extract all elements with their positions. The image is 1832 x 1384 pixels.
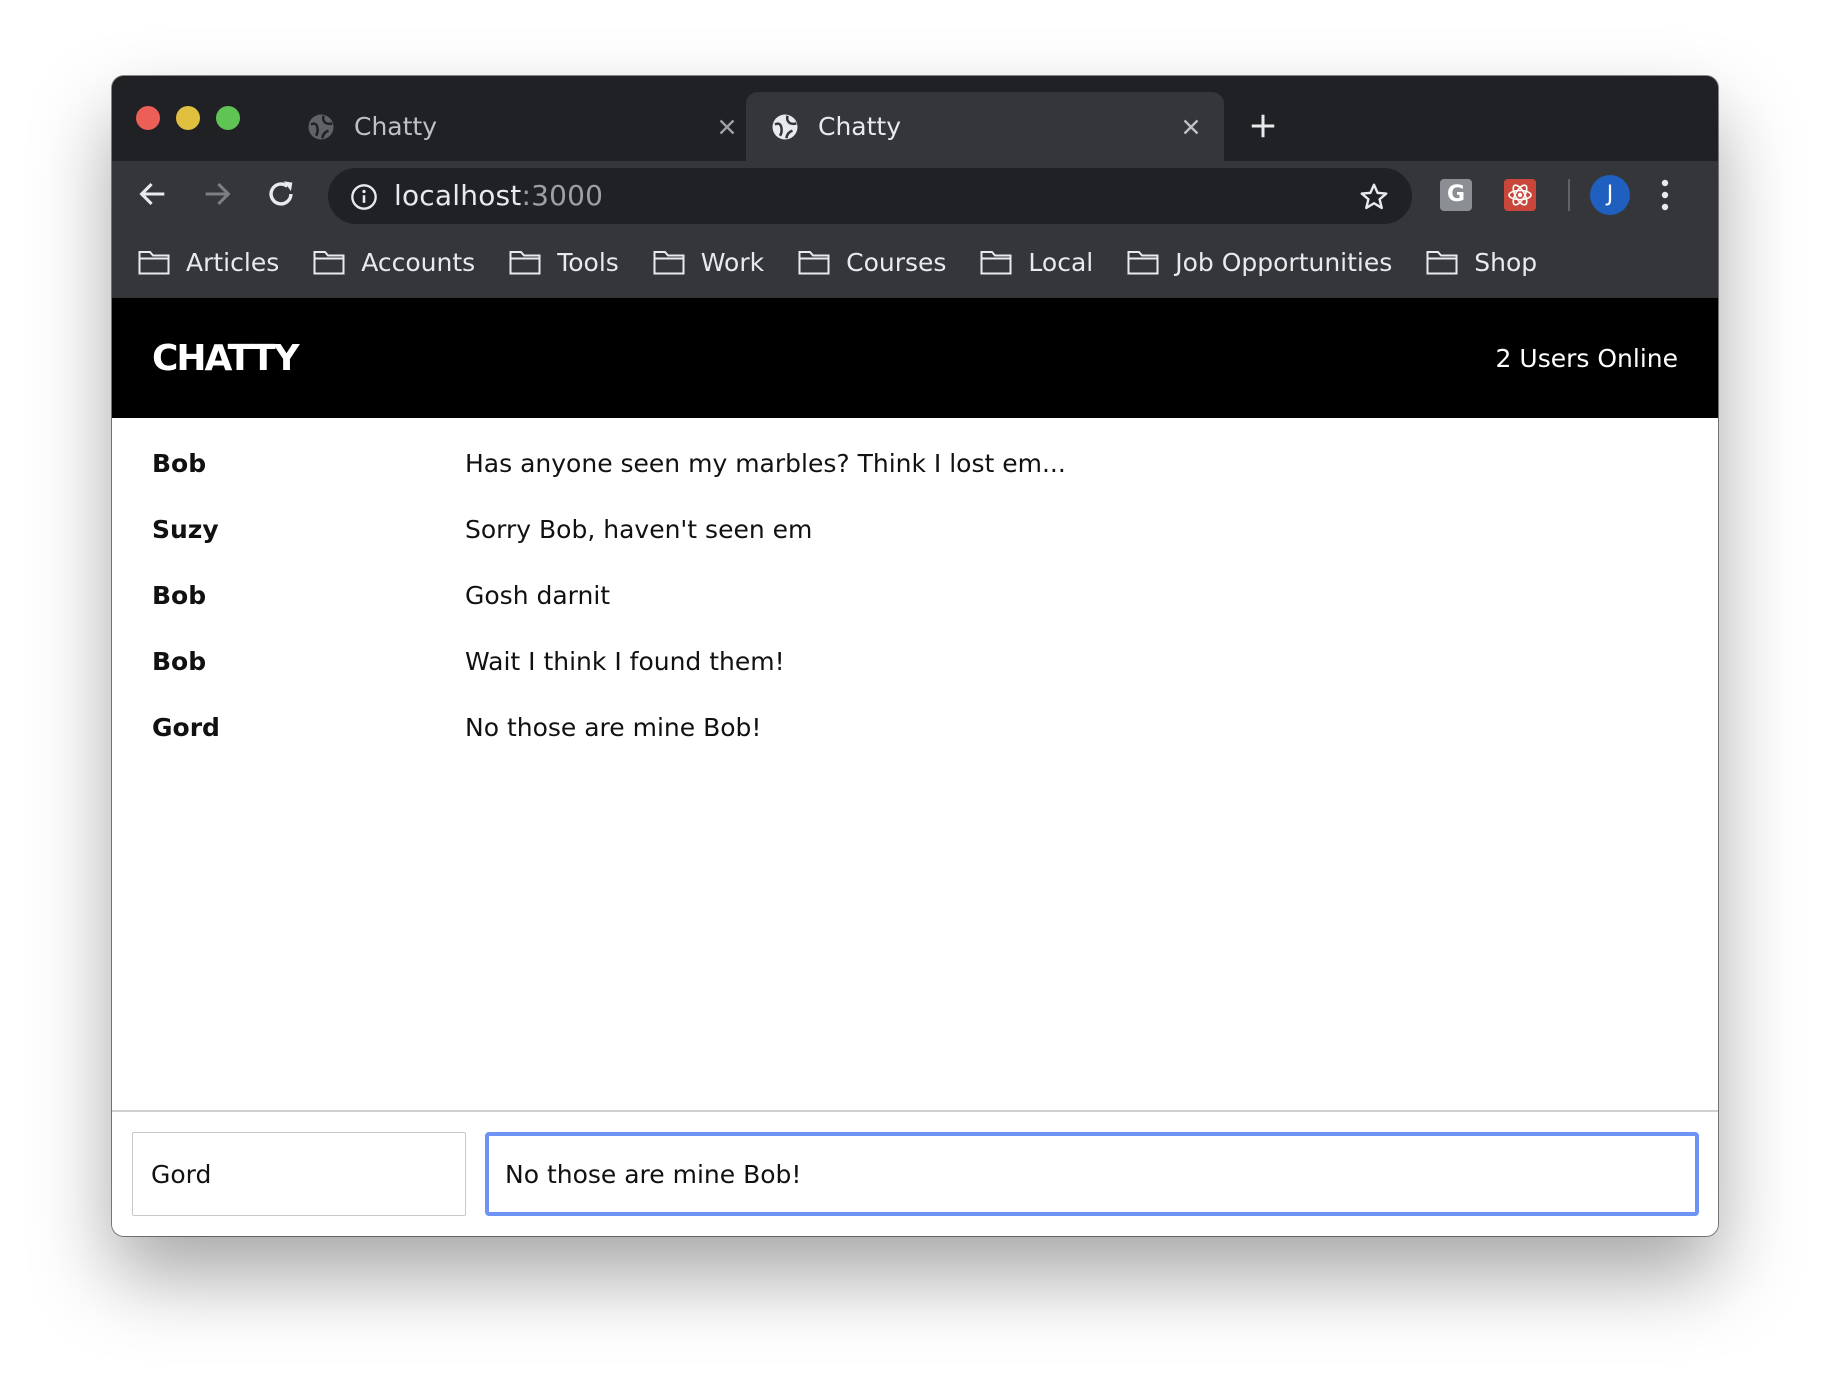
- close-window-button[interactable]: [136, 106, 160, 130]
- tab-title: Chatty: [818, 112, 902, 141]
- message-row: Bob Gosh darnit: [112, 562, 1718, 628]
- bookmark-tools[interactable]: Tools: [509, 248, 619, 277]
- bookmark-accounts[interactable]: Accounts: [313, 248, 475, 277]
- tab-chatty-2[interactable]: Chatty: [746, 92, 1224, 161]
- minimize-window-button[interactable]: [176, 106, 200, 130]
- tab-strip: Chatty Chatty: [112, 76, 1718, 161]
- address-bar[interactable]: localhost:3000: [328, 168, 1412, 224]
- url-port: :3000: [521, 179, 604, 212]
- folder-icon: [509, 251, 541, 275]
- app-navbar: CHATTY 2 Users Online: [112, 298, 1718, 418]
- tab-title: Chatty: [354, 112, 438, 141]
- brand-logo[interactable]: CHATTY: [152, 338, 300, 379]
- message-content: Gosh darnit: [465, 580, 611, 610]
- toolbar-separator: [1568, 179, 1570, 211]
- bookmark-label: Articles: [186, 247, 280, 277]
- page-content: CHATTY 2 Users Online Bob Has anyone see…: [112, 298, 1718, 1236]
- bookmark-label: Tools: [557, 247, 619, 277]
- new-tab-icon[interactable]: [1248, 111, 1278, 141]
- message-row: Gord No those are mine Bob!: [112, 694, 1718, 760]
- more-menu-icon[interactable]: [1660, 177, 1670, 213]
- maximize-window-button[interactable]: [216, 106, 240, 130]
- message-content: No those are mine Bob!: [465, 712, 762, 742]
- message-row: Bob Wait I think I found them!: [112, 628, 1718, 694]
- folder-icon: [653, 251, 685, 275]
- message-row: Bob Has anyone seen my marbles? Think I …: [112, 430, 1718, 496]
- globe-icon: [308, 114, 334, 139]
- message-content: Has anyone seen my marbles? Think I lost…: [465, 448, 1066, 478]
- folder-icon: [138, 251, 170, 275]
- back-arrow-icon[interactable]: [136, 177, 170, 211]
- message-content: Wait I think I found them!: [465, 646, 785, 676]
- browser-window: Chatty Chatty localhost:3000 G J Article…: [112, 76, 1718, 1236]
- reload-icon[interactable]: [264, 177, 298, 211]
- folder-icon: [1426, 251, 1458, 275]
- bookmarks-bar: Articles Accounts Tools Work Courses Loc…: [112, 226, 1718, 298]
- react-devtools-icon[interactable]: [1504, 179, 1536, 211]
- globe-icon: [772, 114, 798, 139]
- bookmark-local[interactable]: Local: [980, 248, 1093, 277]
- bookmark-label: Accounts: [361, 247, 476, 277]
- message-content: Sorry Bob, haven't seen em: [465, 514, 813, 544]
- message-username: Suzy: [152, 514, 219, 544]
- folder-icon: [798, 251, 830, 275]
- bookmark-star-icon[interactable]: [1358, 181, 1390, 213]
- folder-icon: [313, 251, 345, 275]
- folder-icon: [980, 251, 1012, 275]
- profile-avatar[interactable]: J: [1590, 175, 1630, 215]
- url-host: localhost: [394, 179, 522, 212]
- bookmark-label: Shop: [1474, 247, 1538, 277]
- message-input[interactable]: [485, 1132, 1699, 1216]
- message-username: Bob: [152, 448, 207, 478]
- message-username: Bob: [152, 580, 207, 610]
- g-extension-icon[interactable]: G: [1440, 179, 1472, 211]
- folder-icon: [1127, 251, 1159, 275]
- close-tab-icon[interactable]: [714, 114, 740, 140]
- bookmark-shop[interactable]: Shop: [1426, 248, 1537, 277]
- username-input[interactable]: [132, 1132, 466, 1216]
- tab-chatty-1[interactable]: Chatty: [282, 92, 760, 161]
- message-username: Gord: [152, 712, 220, 742]
- bookmark-label: Work: [700, 247, 765, 277]
- bookmark-work[interactable]: Work: [653, 248, 764, 277]
- chat-composer: [112, 1110, 1718, 1236]
- bookmark-label: Courses: [846, 247, 947, 277]
- browser-toolbar: localhost:3000 G J: [112, 161, 1718, 226]
- bookmark-label: Job Opportunities: [1175, 247, 1393, 277]
- url-text: localhost:3000: [394, 179, 603, 212]
- message-username: Bob: [152, 646, 207, 676]
- online-users-count: 2 Users Online: [1495, 343, 1678, 373]
- message-row: Suzy Sorry Bob, haven't seen em: [112, 496, 1718, 562]
- message-list: Bob Has anyone seen my marbles? Think I …: [112, 430, 1718, 760]
- close-tab-icon[interactable]: [1178, 114, 1204, 140]
- bookmark-courses[interactable]: Courses: [798, 248, 946, 277]
- forward-arrow-icon[interactable]: [200, 177, 234, 211]
- bookmark-label: Local: [1028, 247, 1094, 277]
- bookmark-articles[interactable]: Articles: [138, 248, 279, 277]
- info-icon[interactable]: [350, 183, 378, 211]
- bookmark-job-opportunities[interactable]: Job Opportunities: [1127, 248, 1392, 277]
